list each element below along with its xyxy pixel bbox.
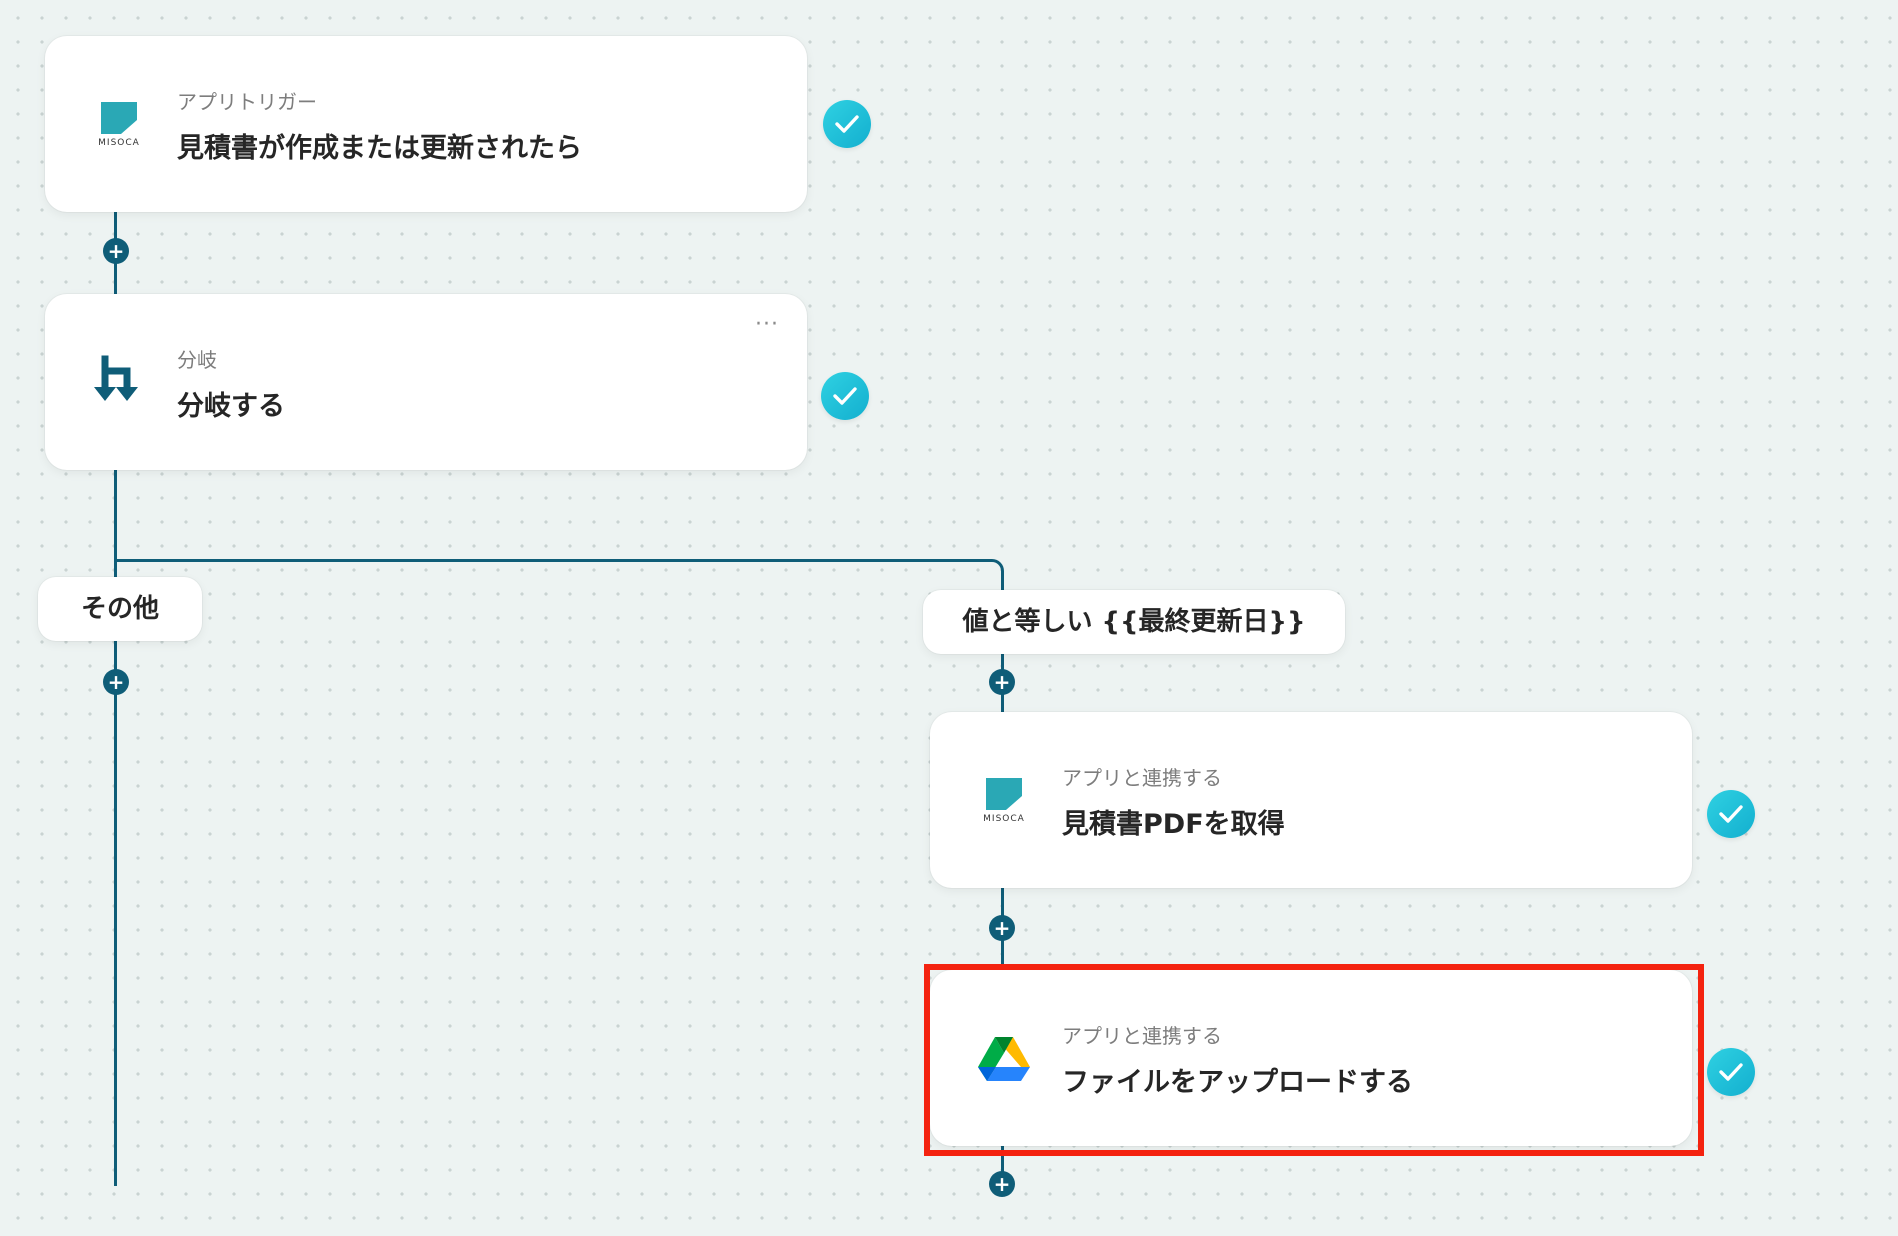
misoca-logo-icon: MISOCA — [89, 94, 149, 154]
add-step-button[interactable]: + — [989, 669, 1015, 695]
trigger-title: 見積書が作成または更新されたら — [177, 133, 582, 164]
branch-sub-label: 分岐 — [177, 348, 217, 372]
check-icon — [1707, 790, 1755, 838]
add-step-button[interactable]: + — [103, 669, 129, 695]
more-options-icon[interactable]: ··· — [755, 312, 779, 337]
check-icon — [821, 372, 869, 420]
branch-icon — [89, 352, 149, 412]
check-icon — [1707, 1048, 1755, 1096]
connector-horizontal-branch — [114, 559, 990, 562]
branch-title: 分岐する — [177, 391, 285, 422]
misoca-logo-text: MISOCA — [983, 814, 1025, 824]
add-step-button[interactable]: + — [989, 1171, 1015, 1197]
flow-canvas: + + + + + MISOCA アプリトリガー 見積書が作成または更新されたら — [0, 0, 1898, 1236]
trigger-card[interactable]: MISOCA アプリトリガー 見積書が作成または更新されたら — [45, 36, 807, 212]
check-icon — [823, 100, 871, 148]
branch-card[interactable]: 分岐 分岐する ··· — [45, 294, 807, 470]
misoca-logo-icon: MISOCA — [974, 770, 1034, 830]
highlight-box — [924, 964, 1704, 1156]
get-pdf-sub-label: アプリと連携する — [1062, 766, 1222, 790]
branch-other-label[interactable]: その他 — [38, 577, 202, 641]
branch-condition-label[interactable]: 値と等しい {{最終更新日}} — [923, 590, 1345, 654]
misoca-logo-text: MISOCA — [98, 138, 140, 148]
get-pdf-title: 見積書PDFを取得 — [1062, 809, 1285, 840]
get-pdf-card[interactable]: MISOCA アプリと連携する 見積書PDFを取得 — [930, 712, 1692, 888]
add-step-button[interactable]: + — [103, 238, 129, 264]
add-step-button[interactable]: + — [989, 915, 1015, 941]
trigger-sub-label: アプリトリガー — [177, 90, 317, 114]
